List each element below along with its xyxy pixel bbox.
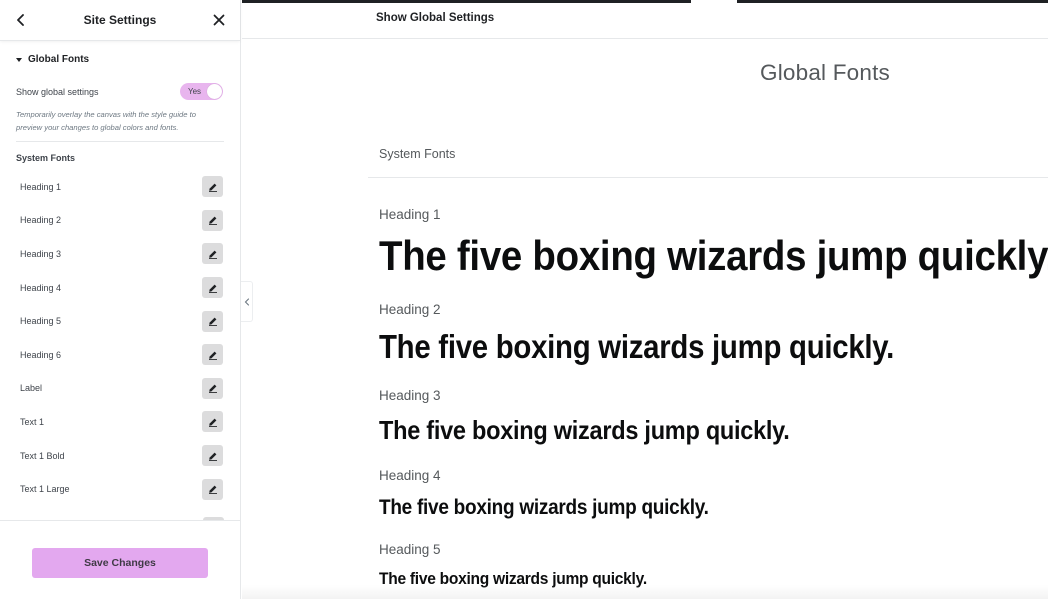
- font-item: Heading 2: [0, 204, 240, 238]
- edit-font-button[interactable]: [202, 445, 223, 467]
- font-item: Heading 4: [0, 271, 240, 305]
- sample-label: Heading 3: [379, 388, 441, 403]
- font-item-label: Text 1 Bold: [20, 450, 65, 461]
- chevron-left-icon: [244, 297, 249, 306]
- pencil-icon: [208, 384, 217, 394]
- system-fonts-title: System Fonts: [16, 153, 76, 163]
- preview-topbar: Show Global Settings: [242, 0, 1048, 39]
- caret-down-icon: [16, 57, 22, 62]
- site-settings-panel: Site Settings Global Fonts Show global s…: [0, 0, 241, 599]
- font-item-label: Heading 4: [20, 282, 62, 293]
- chevron-left-icon: [17, 14, 24, 26]
- font-item: Heading 3: [0, 237, 240, 271]
- font-item-label: Heading 3: [20, 248, 62, 259]
- pencil-icon: [208, 418, 217, 427]
- help-text: Temporarily overlay the canvas with the …: [16, 110, 196, 132]
- pencil-icon: [208, 183, 217, 192]
- preview-title: Global Fonts: [760, 60, 890, 85]
- sample-heading-3: The five boxing wizards jump quickly.: [379, 415, 790, 445]
- edit-font-button[interactable]: [202, 377, 223, 399]
- close-icon: [213, 14, 225, 26]
- toggle-label: Show global settings: [16, 86, 99, 97]
- divider: [16, 141, 224, 142]
- sample-label: Heading 5: [379, 542, 441, 557]
- font-item-label: Heading 1: [20, 181, 62, 192]
- preview-system-fonts-title: System Fonts: [379, 147, 456, 161]
- bottom-fade: [242, 585, 1048, 599]
- panel-footer: Save Changes: [0, 520, 240, 599]
- pencil-icon: [208, 485, 217, 495]
- pencil-icon: [208, 351, 217, 360]
- toggle-knob: [207, 84, 222, 99]
- show-global-settings-toggle[interactable]: Yes: [180, 83, 223, 100]
- pencil-icon: [208, 284, 217, 293]
- font-item-label: Text 1: [20, 416, 45, 427]
- panel-title: Site Settings: [83, 13, 157, 27]
- back-button[interactable]: [10, 9, 32, 31]
- edit-font-button[interactable]: [202, 478, 223, 500]
- panel-header: Site Settings: [0, 0, 240, 41]
- topbar-title: Show Global Settings: [376, 12, 495, 24]
- font-item-label: Text 1 Large: [20, 484, 70, 495]
- pencil-icon: [208, 317, 217, 327]
- font-item-label: Heading 6: [20, 349, 62, 360]
- preview-divider: [368, 177, 1048, 178]
- edit-font-button[interactable]: [202, 310, 223, 332]
- font-item: Heading 1: [0, 170, 240, 204]
- topbar-line: [737, 0, 1048, 3]
- font-list: Heading 1 Heading 2 Heading 3 Heading 4 …: [0, 170, 240, 506]
- font-item-label: Label: [20, 383, 43, 394]
- sample-heading-1: The five boxing wizards jump quickly.: [379, 232, 1048, 279]
- section-title: Global Fonts: [28, 54, 90, 65]
- font-item: Text 1: [0, 405, 240, 439]
- edit-font-button[interactable]: [202, 411, 223, 433]
- font-item: Label: [0, 372, 240, 406]
- pencil-icon: [208, 452, 217, 461]
- topbar-line: [242, 0, 691, 3]
- font-item: Text 1 Bold: [0, 439, 240, 473]
- edit-font-button[interactable]: [202, 277, 223, 299]
- font-item-label: Heading 2: [20, 215, 62, 226]
- sample-heading-4: The five boxing wizards jump quickly.: [379, 496, 709, 519]
- sample-label: Heading 4: [379, 468, 441, 483]
- font-item-label: Heading 5: [20, 316, 62, 327]
- font-item: Text 1 Large: [0, 472, 240, 506]
- global-fonts-section-toggle[interactable]: Global Fonts: [16, 54, 240, 65]
- pencil-icon: [208, 216, 217, 226]
- sample-label: Heading 1: [379, 207, 441, 222]
- font-item: Heading 6: [0, 338, 240, 372]
- toggle-value: Yes: [188, 87, 202, 96]
- collapse-panel-button[interactable]: [241, 281, 253, 322]
- sample-label: Heading 2: [379, 302, 441, 317]
- edit-font-button[interactable]: [202, 344, 223, 366]
- edit-font-button[interactable]: [202, 176, 223, 198]
- font-item: Heading 5: [0, 304, 240, 338]
- sample-heading-2: The five boxing wizards jump quickly.: [379, 328, 895, 365]
- edit-font-button[interactable]: [202, 243, 223, 265]
- save-changes-button[interactable]: Save Changes: [32, 548, 208, 578]
- edit-font-button[interactable]: [202, 209, 223, 231]
- close-button[interactable]: [208, 9, 230, 31]
- show-global-settings-row: Show global settings Yes: [16, 83, 223, 100]
- pencil-icon: [208, 250, 217, 259]
